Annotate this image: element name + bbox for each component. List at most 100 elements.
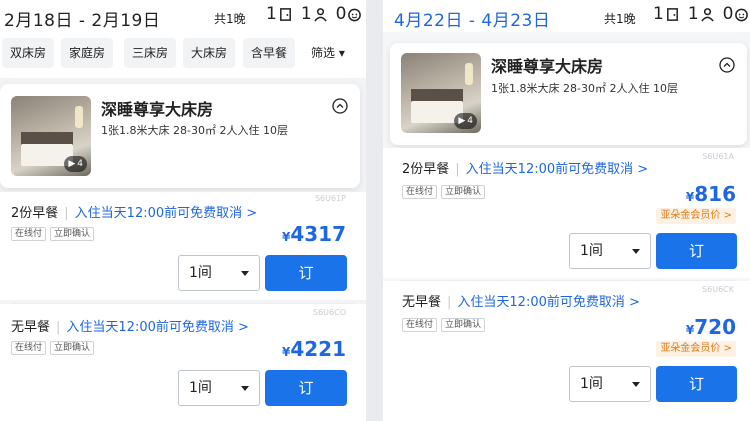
rate-plan: S6U61P 2份早餐 | 入住当天12:00前可免费取消 > 在线付 立即确认 ¥… [0, 192, 366, 300]
rate-title[interactable]: 2份早餐 | 入住当天12:00前可免费取消 > [402, 158, 648, 177]
caret-down-icon [241, 386, 249, 391]
tag-online-pay: 在线付 [402, 185, 438, 199]
room-card[interactable]: ▶ 4 深睡尊享大床房 1张1.8米大床 28-30㎡ 2人入住 10层 [390, 43, 747, 145]
play-icon: ▶ [68, 159, 76, 169]
rooms-seg: 1 [653, 4, 680, 24]
member-price-badge[interactable]: 亚朵金会员价 > [656, 341, 736, 357]
nights-count: 共1晚 [214, 12, 246, 26]
qty-value: 1间 [189, 265, 212, 281]
rate-code: S6U61P [314, 194, 346, 203]
rooms-count: 1 [653, 4, 664, 24]
tag-instant-confirm: 立即确认 [441, 318, 486, 332]
cancel-policy[interactable]: 入住当天12:00前可免费取消 > [457, 295, 640, 310]
caret-down-icon [241, 271, 249, 276]
room-title: 深睡尊享大床房 [491, 57, 604, 76]
price: ¥4221 [281, 337, 346, 361]
room-qty-select[interactable]: 1间 [178, 255, 260, 291]
rate-code: S6U6CO [313, 308, 346, 317]
tag-instant-confirm: 立即确认 [441, 185, 486, 199]
door-icon [279, 7, 291, 21]
child-face-icon [735, 8, 749, 21]
cancel-policy[interactable]: 入住当天12:00前可免费取消 > [66, 320, 249, 335]
price: ¥4317 [281, 222, 346, 246]
media-count: 4 [467, 116, 473, 126]
room-photo[interactable]: ▶ 4 [401, 53, 481, 133]
adults-count: 1 [300, 4, 312, 24]
qty-value: 1间 [189, 380, 212, 396]
rooms-seg: 1 [266, 4, 293, 24]
date-bar: 2月18日 - 2月19日 共1晚 1 1 0 [0, 0, 366, 32]
rate-title[interactable]: 无早餐 | 入住当天12:00前可免费取消 > [402, 291, 640, 310]
collapse-icon[interactable] [332, 98, 348, 114]
qty-value: 1间 [580, 243, 603, 259]
room-photo[interactable]: ▶ 4 [11, 96, 91, 176]
room-spec: 1张1.8米大床 28-30㎡ 2人入住 10层 [101, 124, 288, 137]
filter-more[interactable]: 筛选 ▾ [303, 38, 353, 68]
date-bar: 4月22日 - 4月23日 共1晚 1 1 0 [383, 0, 750, 32]
price: ¥720 [685, 315, 736, 339]
guest-selector[interactable]: 1 1 0 [653, 4, 749, 24]
rate-tags: 在线付 立即确认 [11, 341, 95, 355]
door-icon [666, 7, 678, 21]
tag-online-pay: 在线付 [11, 227, 47, 241]
tag-instant-confirm: 立即确认 [50, 227, 95, 241]
cancel-policy[interactable]: 入住当天12:00前可免费取消 > [75, 206, 258, 221]
meal-label: 2份早餐 [402, 162, 450, 177]
rate-title[interactable]: 无早餐 | 入住当天12:00前可免费取消 > [11, 316, 249, 335]
book-button[interactable]: 订 [265, 255, 347, 291]
rate-title[interactable]: 2份早餐 | 入住当天12:00前可免费取消 > [11, 202, 257, 221]
room-qty-select[interactable]: 1间 [569, 366, 651, 402]
media-count: 4 [77, 159, 83, 169]
rate-tags: 在线付 立即确认 [11, 227, 95, 241]
adults-seg: 1 [301, 4, 328, 24]
play-icon: ▶ [458, 116, 466, 126]
tag-instant-confirm: 立即确认 [50, 341, 95, 355]
room-spec: 1张1.8米大床 28-30㎡ 2人入住 10层 [491, 82, 678, 95]
rate-plan: S6U6CO 无早餐 | 入住当天12:00前可免费取消 > 在线付 立即确认 ¥4… [0, 304, 366, 421]
filter-family[interactable]: 家庭房 [61, 38, 114, 68]
adults-seg: 1 [688, 4, 715, 24]
tag-online-pay: 在线付 [11, 341, 47, 355]
room-qty-select[interactable]: 1间 [569, 233, 651, 269]
tag-online-pay: 在线付 [402, 318, 438, 332]
book-button[interactable]: 订 [656, 233, 737, 269]
meal-label: 无早餐 [402, 295, 442, 310]
price: ¥816 [685, 182, 736, 206]
collapse-icon[interactable] [719, 57, 735, 73]
right-screenshot: 4月22日 - 4月23日 共1晚 1 1 0 ▶ 4 深睡尊享大床房 1张1.… [383, 0, 750, 421]
date-range[interactable]: 4月22日 - 4月23日 [394, 6, 550, 31]
filter-bar: 双床房 家庭房 三床房 大床房 含早餐 筛选 ▾ [0, 32, 366, 78]
filter-triple[interactable]: 三床房 [124, 38, 177, 68]
meal-label: 无早餐 [11, 320, 51, 335]
caret-down-icon [632, 382, 640, 387]
room-card[interactable]: ▶ 4 深睡尊享大床房 1张1.8米大床 28-30㎡ 2人入住 10层 [0, 84, 360, 188]
rate-code: S6U6CK [702, 285, 734, 294]
price-value: 816 [694, 182, 736, 206]
filter-breakfast[interactable]: 含早餐 [243, 38, 296, 68]
children-count: 0 [335, 4, 347, 24]
caret-down-icon [632, 249, 640, 254]
qty-value: 1间 [580, 376, 603, 392]
book-button[interactable]: 订 [656, 366, 737, 402]
person-icon [700, 7, 714, 22]
child-face-icon [348, 8, 362, 21]
cancel-policy[interactable]: 入住当天12:00前可免费取消 > [466, 162, 649, 177]
price-value: 4221 [290, 337, 346, 361]
guest-selector[interactable]: 1 1 0 [266, 4, 362, 24]
meal-label: 2份早餐 [11, 206, 59, 221]
filter-twin[interactable]: 双床房 [2, 38, 55, 68]
adults-count: 1 [687, 4, 699, 24]
children-count: 0 [722, 4, 734, 24]
rate-tags: 在线付 立即确认 [402, 185, 486, 199]
person-icon [313, 7, 327, 22]
date-range[interactable]: 2月18日 - 2月19日 [4, 6, 160, 31]
filter-king[interactable]: 大床房 [183, 38, 236, 68]
member-price-badge[interactable]: 亚朵金会员价 > [656, 208, 736, 224]
price-value: 4317 [290, 222, 346, 246]
room-title: 深睡尊享大床房 [101, 100, 214, 119]
book-button[interactable]: 订 [265, 370, 347, 406]
rate-plan: S6U6CK 无早餐 | 入住当天12:00前可免费取消 > 在线付 立即确认 ¥7… [383, 281, 750, 421]
room-qty-select[interactable]: 1间 [178, 370, 260, 406]
price-value: 720 [694, 315, 736, 339]
rooms-count: 1 [266, 4, 277, 24]
